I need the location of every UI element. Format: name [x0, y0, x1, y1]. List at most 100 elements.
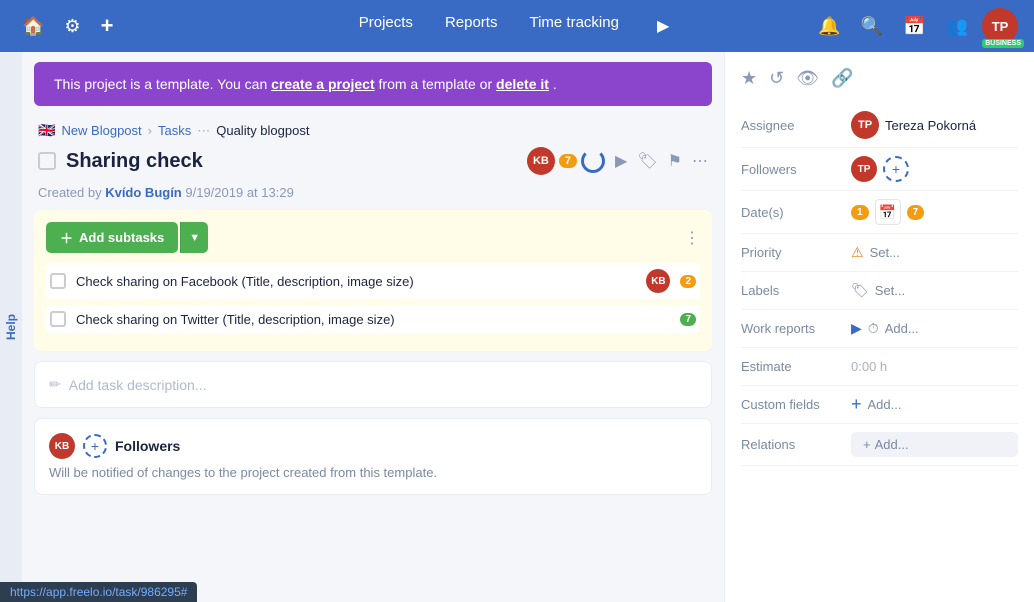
nav-projects[interactable]: Projects	[359, 10, 413, 42]
sidebar-follower-avatar[interactable]: TP	[851, 156, 877, 182]
created-by-name[interactable]: Kvído Bugín	[105, 185, 182, 200]
labels-label: Labels	[741, 283, 851, 298]
custom-fields-value: + Add...	[851, 394, 1018, 415]
flag-icon: 🇬🇧	[38, 122, 55, 139]
estimate-val: 0:00 h	[851, 359, 887, 374]
dates-row: Date(s) 1 📅 7	[741, 191, 1018, 234]
task-header: Sharing check KB 7 ▶ 🏷 ⚑ ⋯	[22, 143, 724, 183]
custom-fields-add-link[interactable]: Add...	[868, 397, 902, 412]
task-assignee-avatar: KB	[527, 147, 555, 175]
delete-it-link[interactable]: delete it	[496, 76, 549, 92]
subtask-2-checkbox[interactable]	[50, 311, 66, 327]
dates-label: Date(s)	[741, 205, 851, 220]
subtasks-more-icon[interactable]: ⋮	[684, 228, 700, 248]
user-avatar[interactable]: TP BUSINESS	[982, 8, 1018, 44]
status-url: https://app.freelo.io/task/986295#	[10, 585, 187, 599]
labels-value: 🏷 Set...	[851, 282, 1018, 299]
nav-links: Projects Reports Time tracking ▶	[359, 10, 676, 42]
flag-action-icon[interactable]: ⚑	[668, 151, 682, 171]
business-badge: BUSINESS	[982, 39, 1024, 48]
custom-fields-add-button[interactable]: +	[851, 394, 862, 415]
right-sidebar: ★ ↺ 👁 🔗 Assignee TP Tereza Pokorná Follo…	[724, 52, 1034, 602]
relations-label: Relations	[741, 437, 851, 452]
breadcrumb: 🇬🇧 New Blogpost › Tasks ⋯ Quality blogpo…	[22, 116, 724, 143]
labels-set-link[interactable]: Set...	[875, 283, 905, 298]
assignee-name: Tereza Pokorná	[885, 118, 976, 133]
subtask-1-checkbox[interactable]	[50, 273, 66, 289]
home-button[interactable]: 🏠	[16, 10, 50, 43]
work-reports-clock-icon: ⏱	[868, 320, 879, 337]
followers-add-button[interactable]: +	[83, 434, 107, 458]
sidebar-follower-add-button[interactable]: +	[883, 156, 909, 182]
priority-icon: ⚠	[851, 244, 864, 261]
template-banner: This project is a template. You can crea…	[34, 62, 712, 106]
estimate-value: 0:00 h	[851, 359, 1018, 374]
description-placeholder[interactable]: ✏ Add task description...	[49, 376, 697, 393]
followers-avatar: KB	[49, 433, 75, 459]
assignee-row: Assignee TP Tereza Pokorná	[741, 103, 1018, 148]
add-subtasks-button[interactable]: ＋ Add subtasks	[46, 222, 178, 253]
task-complete-checkbox[interactable]	[38, 152, 56, 170]
nav-right: 🔔 🔍 📅 👥 TP BUSINESS	[812, 8, 1018, 44]
relations-row: Relations + Add...	[741, 424, 1018, 466]
subtask-1-badge: 2	[680, 275, 696, 288]
work-reports-play-icon[interactable]: ▶	[851, 320, 862, 337]
settings-button[interactable]: ⚙	[58, 10, 86, 43]
date-calendar-icon[interactable]: 📅	[875, 199, 901, 225]
work-reports-label: Work reports	[741, 321, 851, 336]
relations-value: + Add...	[851, 432, 1018, 457]
subtask-1-avatar: KB	[646, 269, 670, 293]
assignee-label: Assignee	[741, 118, 851, 133]
estimate-row: Estimate 0:00 h	[741, 348, 1018, 386]
play-action-icon[interactable]: ▶	[615, 151, 627, 171]
nav-play-icon[interactable]: ▶	[651, 10, 675, 42]
followers-label: Followers	[741, 162, 851, 177]
followers-header: KB + Followers	[49, 433, 697, 459]
calendar-button[interactable]: 📅	[897, 10, 931, 43]
add-subtasks-dropdown[interactable]: ▼	[180, 222, 208, 253]
main-layout: Help This project is a template. You can…	[0, 52, 1034, 602]
team-button[interactable]: 👥	[940, 10, 974, 43]
custom-fields-row: Custom fields + Add...	[741, 386, 1018, 424]
labels-icon: 🏷	[851, 282, 869, 299]
eye-icon[interactable]: 👁	[796, 68, 819, 89]
priority-label: Priority	[741, 245, 851, 260]
dates-value: 1 📅 7	[851, 199, 1018, 225]
sidebar-followers-value: TP +	[851, 156, 1018, 182]
subtask-row: Check sharing on Facebook (Title, descri…	[46, 263, 700, 299]
assignee-avatar[interactable]: TP	[851, 111, 879, 139]
nav-timetracking[interactable]: Time tracking	[529, 10, 618, 42]
sidebar-followers-row: Followers TP +	[741, 148, 1018, 191]
custom-fields-label: Custom fields	[741, 397, 851, 412]
relations-add-button[interactable]: + Add...	[851, 432, 1018, 457]
date-badge-1: 1	[851, 205, 869, 220]
description-area[interactable]: ✏ Add task description...	[34, 361, 712, 408]
help-panel[interactable]: Help	[0, 52, 22, 602]
add-button[interactable]: +	[95, 7, 120, 45]
work-reports-add-link[interactable]: Add...	[885, 321, 919, 336]
search-button[interactable]: 🔍	[855, 10, 889, 43]
subtasks-area: ＋ Add subtasks ▼ ⋮ Check sharing on Face…	[34, 210, 712, 351]
star-icon[interactable]: ★	[741, 68, 757, 89]
more-action-icon[interactable]: ⋯	[692, 151, 708, 171]
refresh-icon[interactable]: ↺	[769, 68, 784, 89]
sidebar-icons-row: ★ ↺ 👁 🔗	[741, 62, 1018, 103]
priority-value: ⚠ Set...	[851, 244, 1018, 261]
subtask-2-title: Check sharing on Twitter (Title, descrip…	[76, 312, 670, 327]
tag-action-icon[interactable]: 🏷	[637, 151, 657, 171]
pencil-icon: ✏	[49, 376, 61, 393]
priority-set-link[interactable]: Set...	[870, 245, 900, 260]
task-title: Sharing check	[66, 150, 517, 173]
create-project-link[interactable]: create a project	[271, 76, 375, 92]
status-bar: https://app.freelo.io/task/986295#	[0, 582, 197, 602]
labels-row: Labels 🏷 Set...	[741, 272, 1018, 310]
add-subtasks-group: ＋ Add subtasks ▼	[46, 222, 208, 253]
breadcrumb-tasks[interactable]: Tasks	[158, 123, 191, 138]
breadcrumb-project[interactable]: New Blogpost	[61, 123, 141, 138]
top-navigation: 🏠 ⚙ + Projects Reports Time tracking ▶ 🔔…	[0, 0, 1034, 52]
date-badge-7: 7	[907, 205, 925, 220]
task-actions: ▶ 🏷 ⚑ ⋯	[615, 151, 708, 171]
nav-reports[interactable]: Reports	[445, 10, 498, 42]
link-icon[interactable]: 🔗	[831, 68, 853, 89]
notifications-button[interactable]: 🔔	[812, 10, 846, 43]
